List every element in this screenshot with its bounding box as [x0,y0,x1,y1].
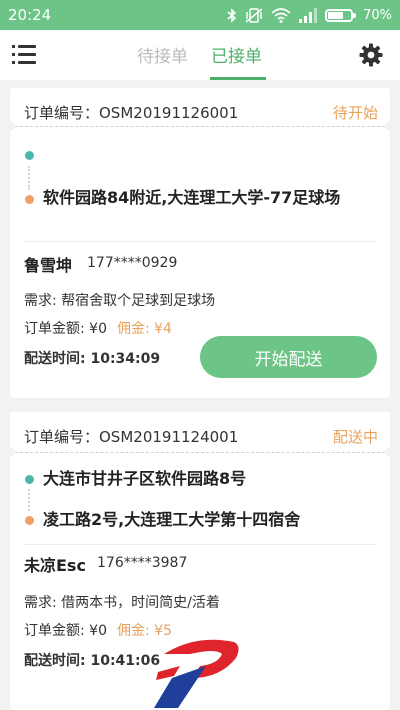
vibrate-off-icon [245,7,263,23]
order-status: 待开始 [332,104,378,122]
order-card[interactable]: 订单编号：OSM20191126001 待开始 软件园路84附近,大连理工大学-… [5,88,395,398]
tab-pending-orders[interactable]: 待接单 [137,42,188,67]
order-amount: 订单金额: ¥0 [24,321,107,337]
gear-icon[interactable] [359,43,383,67]
card-notch [385,121,395,131]
delivery-time: 配送时间: 10:41:06 [24,653,161,669]
order-status: 配送中 [332,428,378,446]
order-commission: 佣金: ¥4 [116,321,172,337]
order-amount: 订单金额: ¥0 [24,623,107,639]
pickup-dot-icon [25,475,34,484]
bluetooth-icon [227,7,237,23]
order-number: 订单编号：OSM20191124001 [24,428,239,446]
battery-percent: 70% [363,7,392,23]
customer-name: 未凉Esc [24,556,86,575]
wifi-icon [271,7,291,23]
divider [24,544,376,545]
customer-phone[interactable]: 176****3987 [97,555,187,571]
status-icons: 70% [227,7,392,23]
card-notch [5,447,15,457]
start-delivery-button[interactable]: 开始配送 [200,336,377,378]
delivery-dot-icon [25,195,34,204]
status-time: 20:24 [8,6,52,24]
delivery-address: 软件园路84附近,大连理工大学-77足球场 [43,188,341,207]
dashed-divider [10,126,390,127]
route-dots [28,489,30,511]
delivery-time: 配送时间: 10:34:09 [24,351,161,367]
card-notch [385,447,395,457]
tab-accepted-orders[interactable]: 已接单 [211,42,262,67]
customer-name: 鲁雪坤 [24,256,73,275]
order-requirement: 需求: 帮宿舍取个足球到足球场 [24,293,216,309]
status-bar: 20:24 70% [0,0,400,30]
menu-icon[interactable] [12,44,36,64]
dashed-divider [10,452,390,453]
delivery-dot-icon [25,516,34,525]
route-dots [28,166,30,190]
card-notch [5,121,15,131]
signal-icon [299,7,318,23]
order-amount-row: 订单金额: ¥0 佣金: ¥4 [24,318,172,338]
pickup-address: 大连市甘井子区软件园路8号 [43,469,247,488]
active-tab-indicator [210,77,266,80]
order-requirement: 需求: 借两本书，时间简史/活着 [24,595,220,611]
customer-phone[interactable]: 177****0929 [87,255,177,271]
order-header: 订单编号：OSM20191124001 配送中 [24,426,378,447]
app-header: 待接单 已接单 [0,30,400,80]
divider [24,241,376,242]
delivery-address: 凌工路2号,大连理工大学第十四宿舍 [43,510,301,529]
watermark-logo-icon [154,639,239,708]
order-header: 订单编号：OSM20191126001 待开始 [24,102,378,123]
battery-icon [325,8,357,22]
order-number: 订单编号：OSM20191126001 [24,104,239,122]
pickup-dot-icon [25,151,34,160]
